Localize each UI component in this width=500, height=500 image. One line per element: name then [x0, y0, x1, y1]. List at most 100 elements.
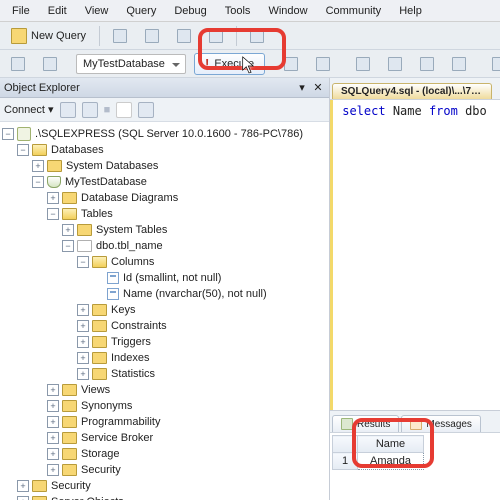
tb2-btn-g[interactable]: [413, 53, 441, 75]
expander[interactable]: +: [77, 320, 89, 332]
expander[interactable]: +: [47, 192, 59, 204]
oe-refresh-icon[interactable]: [138, 102, 154, 118]
expander[interactable]: −: [62, 240, 74, 252]
folder-icon: [92, 256, 107, 268]
tree-triggers[interactable]: Triggers: [111, 336, 151, 348]
tree-dbdiagrams[interactable]: Database Diagrams: [81, 192, 178, 204]
tree-keys[interactable]: Keys: [111, 304, 135, 316]
sql-editor[interactable]: select Name from dbo: [330, 100, 500, 410]
tb2-btn-e[interactable]: [349, 53, 377, 75]
tree-mytestdb[interactable]: MyTestDatabase: [65, 176, 147, 188]
menu-debug[interactable]: Debug: [166, 3, 214, 19]
tree-views[interactable]: Views: [81, 384, 110, 396]
folder-icon: [77, 224, 92, 236]
expander[interactable]: −: [2, 128, 14, 140]
tb2-btn-h[interactable]: [445, 53, 473, 75]
new-query-label: New Query: [31, 30, 86, 42]
expander[interactable]: +: [47, 400, 59, 412]
expander[interactable]: +: [77, 352, 89, 364]
expander[interactable]: +: [77, 304, 89, 316]
database-dropdown[interactable]: MyTestDatabase: [76, 54, 186, 74]
server-icon: [17, 127, 31, 141]
expander[interactable]: +: [32, 160, 44, 172]
menu-query[interactable]: Query: [118, 3, 164, 19]
object-explorer-tree[interactable]: −.\SQLEXPRESS (SQL Server 10.0.1600 - 78…: [0, 122, 329, 500]
tree-constraints[interactable]: Constraints: [111, 320, 167, 332]
close-icon[interactable]: ✕: [311, 81, 325, 95]
menu-help[interactable]: Help: [391, 3, 430, 19]
menu-bar: File Edit View Query Debug Tools Window …: [0, 0, 500, 22]
execute-button[interactable]: ! Execute: [194, 53, 265, 75]
tree-sysdb[interactable]: System Databases: [66, 160, 158, 172]
grid-col-header[interactable]: Name: [358, 436, 424, 453]
tree-col-id[interactable]: Id (smallint, not null): [123, 272, 221, 284]
tree-tblname[interactable]: dbo.tbl_name: [96, 240, 163, 252]
expander[interactable]: +: [47, 384, 59, 396]
connect-dropdown[interactable]: Connect ▾: [4, 103, 54, 116]
menu-edit[interactable]: Edit: [40, 3, 75, 19]
menu-tools[interactable]: Tools: [217, 3, 259, 19]
object-explorer-toolbar: Connect ▾ ■: [0, 98, 329, 122]
expander[interactable]: +: [47, 448, 59, 460]
tree-servicebroker[interactable]: Service Broker: [81, 432, 153, 444]
expander[interactable]: +: [62, 224, 74, 236]
tree-security[interactable]: Security: [51, 480, 91, 492]
expander[interactable]: +: [17, 480, 29, 492]
tree-col-name[interactable]: Name (nvarchar(50), not null): [123, 288, 267, 300]
tree-databases[interactable]: Databases: [51, 144, 104, 156]
tb2-btn-b[interactable]: [36, 53, 64, 75]
tree-indexes[interactable]: Indexes: [111, 352, 150, 364]
tree-tables[interactable]: Tables: [81, 208, 113, 220]
tree-storage[interactable]: Storage: [81, 448, 120, 460]
tree-server[interactable]: .\SQLEXPRESS (SQL Server 10.0.1600 - 786…: [35, 128, 303, 140]
tb-btn-e[interactable]: [243, 25, 271, 47]
new-query-button[interactable]: New Query: [4, 25, 93, 47]
oe-filter-icon[interactable]: [116, 102, 132, 118]
tree-serverobjects[interactable]: Server Objects: [51, 496, 124, 500]
editor-tab[interactable]: SQLQuery4.sql - (local)\...\786 (: [332, 83, 492, 99]
generic-icon: [388, 57, 402, 71]
expander[interactable]: +: [47, 464, 59, 476]
expander[interactable]: +: [47, 432, 59, 444]
expander[interactable]: +: [47, 416, 59, 428]
sql-text: Name: [386, 104, 429, 118]
tb2-btn-f[interactable]: [381, 53, 409, 75]
tree-security-db[interactable]: Security: [81, 464, 121, 476]
expander[interactable]: −: [77, 256, 89, 268]
tree-statistics[interactable]: Statistics: [111, 368, 155, 380]
tb2-btn-c[interactable]: [277, 53, 305, 75]
execute-icon: !: [205, 56, 209, 71]
oe-tool-icon[interactable]: [82, 102, 98, 118]
expander[interactable]: +: [17, 496, 29, 500]
menu-community[interactable]: Community: [318, 3, 390, 19]
tb2-btn-i[interactable]: [485, 53, 500, 75]
tb2-btn-a[interactable]: [4, 53, 32, 75]
expander[interactable]: −: [47, 208, 59, 220]
tree-systables[interactable]: System Tables: [96, 224, 167, 236]
results-tabs: Results Messages: [330, 411, 500, 433]
results-grid[interactable]: Name 1Amanda: [330, 433, 500, 500]
menu-file[interactable]: File: [4, 3, 38, 19]
expander[interactable]: −: [17, 144, 29, 156]
tb-btn-c[interactable]: [170, 25, 198, 47]
autohide-icon[interactable]: ▾: [295, 81, 309, 95]
grid-row-header[interactable]: 1: [333, 453, 358, 470]
grid-cell[interactable]: Amanda: [358, 453, 424, 470]
folder-icon: [62, 464, 77, 476]
menu-window[interactable]: Window: [260, 3, 315, 19]
expander[interactable]: +: [77, 336, 89, 348]
expander[interactable]: −: [32, 176, 44, 188]
tree-synonyms[interactable]: Synonyms: [81, 400, 132, 412]
menu-view[interactable]: View: [77, 3, 117, 19]
tb-btn-b[interactable]: [138, 25, 166, 47]
tree-programmability[interactable]: Programmability: [81, 416, 160, 428]
results-tab[interactable]: Results: [332, 415, 399, 432]
tb-btn-a[interactable]: [106, 25, 134, 47]
tree-columns[interactable]: Columns: [111, 256, 154, 268]
oe-tool-icon[interactable]: [60, 102, 76, 118]
tb-btn-d[interactable]: [202, 25, 230, 47]
tb2-btn-d[interactable]: [309, 53, 337, 75]
separator: [236, 26, 237, 46]
expander[interactable]: +: [77, 368, 89, 380]
messages-tab[interactable]: Messages: [401, 415, 481, 432]
